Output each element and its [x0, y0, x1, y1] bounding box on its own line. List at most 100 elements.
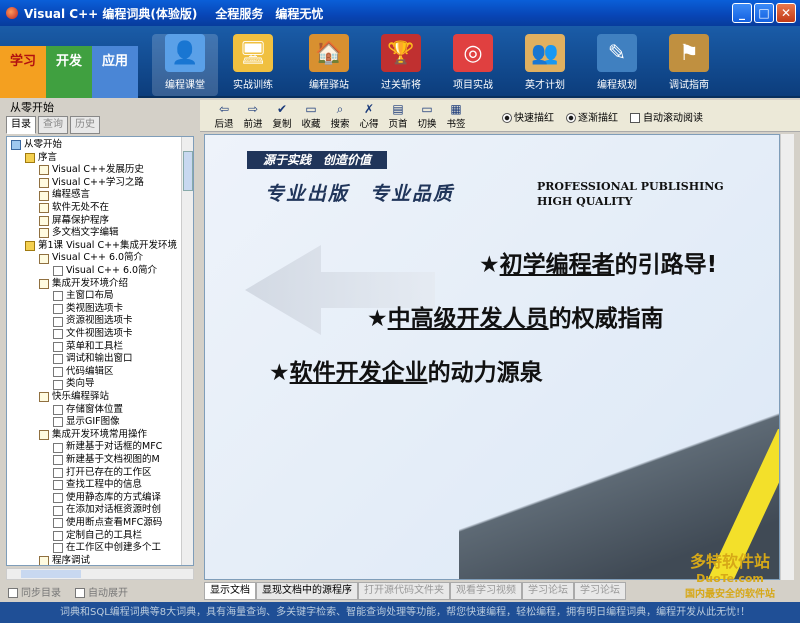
- toolbar-item-2[interactable]: 🏠 编程驿站: [296, 34, 362, 96]
- slow-highlight-radio[interactable]: 逐渐描红: [566, 109, 618, 124]
- sync-contents-checkbox[interactable]: 同步目录: [8, 584, 61, 599]
- tree-item[interactable]: 调试和输出窗口: [53, 353, 133, 366]
- tagline-enterprise: ★软件开发企业的动力源泉: [269, 353, 543, 387]
- copy-button[interactable]: ✔ 复制: [268, 102, 296, 130]
- document-tab-4[interactable]: 学习论坛: [522, 582, 574, 600]
- tree-item[interactable]: 软件无处不在: [39, 202, 109, 215]
- bookmark-button[interactable]: ▭ 收藏: [297, 102, 325, 130]
- tree-item-label: 使用断点查看MFC源码: [66, 517, 163, 528]
- toolbar-item-4[interactable]: ◎ 项目实战: [440, 34, 506, 96]
- page-icon: [53, 304, 63, 315]
- tree-item[interactable]: 文件视图选项卡: [53, 328, 133, 341]
- tab-history[interactable]: 历史: [70, 116, 100, 134]
- tree-horizontal-scrollbar[interactable]: [6, 568, 194, 580]
- back-button[interactable]: ⇦ 后退: [210, 102, 238, 130]
- tree-item[interactable]: 定制自己的工具栏: [53, 530, 142, 543]
- maximize-button[interactable]: □: [754, 3, 774, 23]
- tree-item[interactable]: 使用断点查看MFC源码: [53, 517, 162, 530]
- tree-item[interactable]: 程序调试: [39, 554, 91, 566]
- minimize-button[interactable]: _: [732, 3, 752, 23]
- mode-tab-develop[interactable]: 开发: [46, 46, 92, 98]
- tree-item[interactable]: 在添加对话框资源时创: [53, 504, 161, 517]
- notes-button[interactable]: ✗ 心得: [355, 102, 383, 130]
- doc-icon: [39, 190, 49, 201]
- forward-button[interactable]: ⇨ 前进: [239, 102, 267, 130]
- tree-item[interactable]: Visual C++ 6.0简介: [39, 252, 143, 265]
- reading-button-label: 页首: [388, 119, 408, 130]
- toolbar-item-5[interactable]: 👥 英才计划: [512, 34, 578, 96]
- tree-item[interactable]: 快乐编程驿站: [39, 391, 109, 404]
- tree-item[interactable]: 类向导: [53, 378, 95, 391]
- scroll-thumb[interactable]: [21, 570, 81, 578]
- document-tab-1[interactable]: 显现文档中的源程序: [256, 582, 358, 600]
- tree-item[interactable]: 在工作区中创建多个工: [53, 542, 161, 555]
- tree-item[interactable]: 屏幕保护程序: [39, 215, 109, 228]
- document-view[interactable]: 源于实践 创造价值 专业出版 专业品质 PROFESSIONAL PUBLISH…: [204, 134, 780, 580]
- tree-item[interactable]: 存储窗体位置: [53, 404, 123, 417]
- document-tab-2[interactable]: 打开源代码文件夹: [358, 582, 450, 600]
- tree-item[interactable]: 从零开始: [11, 139, 62, 152]
- mode-tab-apply[interactable]: 应用: [92, 46, 138, 98]
- tab-contents[interactable]: 目录: [6, 116, 36, 134]
- menu-service[interactable]: 全程服务: [215, 5, 263, 22]
- tree-item[interactable]: 查找工程中的信息: [53, 479, 142, 492]
- tree-item[interactable]: 新建基于对话框的MFC: [53, 441, 162, 454]
- tree-item[interactable]: 打开已存在的工作区: [53, 467, 152, 480]
- tree-item[interactable]: 多文档文字编辑: [39, 227, 119, 240]
- doc-icon: [39, 165, 49, 176]
- tree-item-label: 显示GIF图像: [66, 416, 120, 428]
- tree-item-label: 使用静态库的方式编译: [66, 491, 162, 503]
- search-button[interactable]: ⌕ 搜索: [326, 102, 354, 130]
- toolbar-item-0[interactable]: 👤 编程课堂: [152, 34, 218, 96]
- tree-item[interactable]: 资源视图选项卡: [53, 315, 133, 328]
- tree-item[interactable]: 集成开发环境介绍: [39, 278, 128, 291]
- tree-item-label: 类视图选项卡: [66, 302, 124, 314]
- tree-item[interactable]: Visual C++ 6.0简介: [53, 265, 157, 278]
- tree-item[interactable]: 代码编辑区: [53, 366, 114, 379]
- tree-item[interactable]: 显示GIF图像: [53, 416, 120, 429]
- tree-item[interactable]: 类视图选项卡: [53, 303, 123, 316]
- toolbar-item-3[interactable]: 🏆 过关斩将: [368, 34, 434, 96]
- tree-item[interactable]: 菜单和工具栏: [53, 341, 123, 354]
- tree-item[interactable]: 序言: [25, 152, 57, 165]
- tree-item[interactable]: 编程感言: [39, 189, 90, 202]
- close-button[interactable]: ✕: [776, 3, 796, 23]
- tree-item[interactable]: 新建基于文档视图的M: [53, 454, 160, 467]
- page-icon: [53, 291, 63, 302]
- auto-expand-checkbox[interactable]: 自动展开: [75, 584, 128, 599]
- people-icon: 👥: [525, 34, 565, 72]
- document-vertical-scrollbar[interactable]: [780, 134, 794, 580]
- contents-tree[interactable]: 从零开始 序言 Visual C++发展历史 Visual C++学习之路 编程感言 软件…: [6, 136, 194, 566]
- professional-title: 专业出版 专业品质: [265, 183, 455, 205]
- tree-vertical-scrollbar[interactable]: [181, 137, 193, 565]
- tree-item[interactable]: 主窗口布局: [53, 290, 114, 303]
- tree-item[interactable]: 集成开发环境常用操作: [39, 429, 147, 442]
- document-tab-5[interactable]: 学习论坛: [574, 582, 626, 600]
- tree-item-label: Visual C++ 6.0简介: [52, 252, 144, 264]
- fast-highlight-radio[interactable]: 快速描红: [502, 109, 554, 124]
- auto-scroll-checkbox[interactable]: 自动滚动阅读: [630, 109, 703, 124]
- tree-item[interactable]: 第1课 Visual C++集成开发环境: [25, 240, 177, 253]
- toolbar-item-7[interactable]: ⚑ 调试指南: [656, 34, 722, 96]
- pagetop-button[interactable]: ▤ 页首: [384, 102, 412, 130]
- tagline-advanced-rest: 的权威指南: [548, 306, 664, 332]
- page-icon: [53, 266, 63, 277]
- toolbar-item-6[interactable]: ✎ 编程规划: [584, 34, 650, 96]
- reading-button-label: 复制: [272, 119, 292, 130]
- menu-worry-free[interactable]: 编程无忧: [275, 5, 323, 22]
- bookmarks-button[interactable]: ▦ 书签: [442, 102, 470, 130]
- mode-tab-learn[interactable]: 学习: [0, 46, 46, 98]
- app-icon[interactable]: [6, 7, 18, 19]
- tree-item-label: 程序调试: [52, 554, 91, 566]
- tree-item[interactable]: Visual C++发展历史: [39, 164, 144, 177]
- tree-item[interactable]: 使用静态库的方式编译: [53, 492, 161, 505]
- tab-search[interactable]: 查询: [38, 116, 68, 134]
- document-tab-0[interactable]: 显示文档: [204, 582, 256, 600]
- tree-item[interactable]: Visual C++学习之路: [39, 177, 144, 190]
- switch-button[interactable]: ▭ 切换: [413, 102, 441, 130]
- scroll-thumb[interactable]: [183, 151, 193, 191]
- toolbar-item-1[interactable]: 🖥 实战训练: [220, 34, 286, 96]
- forward-icon: ⇨: [247, 102, 259, 116]
- document-tab-3[interactable]: 观看学习视频: [450, 582, 522, 600]
- page-icon: [53, 467, 63, 478]
